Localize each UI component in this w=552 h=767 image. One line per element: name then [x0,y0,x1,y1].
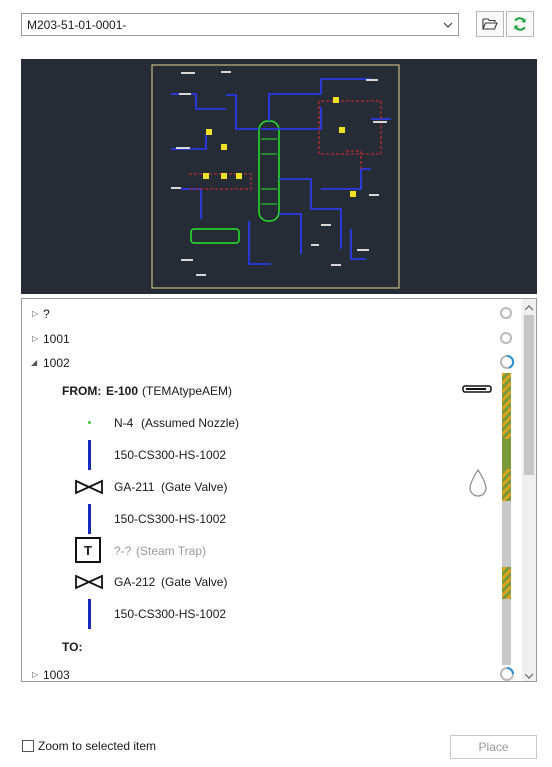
route-item-tag: ?-? [114,544,132,558]
tree-node-label: 1001 [43,332,70,346]
steam-trap-icon: T [75,537,101,563]
expand-icon[interactable]: ▷ [32,670,38,679]
drawing-select-value: M203-51-01-0001- [27,18,127,32]
pipe-icon [88,599,91,629]
scroll-down-icon[interactable] [524,669,534,681]
route-item-desc: (Steam Trap) [136,544,207,558]
to-label: TO: [62,640,83,654]
scroll-thumb[interactable] [524,315,534,475]
route-item-tag: GA-212 [114,575,156,589]
expand-icon[interactable]: ▷ [32,334,38,343]
route-item-desc: (Gate Valve) [161,480,228,494]
loading-icon [500,667,514,681]
collapse-icon[interactable]: ◢ [31,358,37,367]
drawing-preview[interactable] [21,59,537,294]
place-button-label: Place [478,740,509,754]
route-item-tag: 150-CS300-HS-1002 [114,448,227,462]
folder-open-icon [482,18,498,30]
tree-node-label: 1003 [43,668,70,682]
pipe-icon [88,504,91,534]
from-prefix: FROM: [62,384,102,398]
from-tag: E-100 [106,384,139,398]
route-status-strip [502,373,511,665]
route-item-tag: 150-CS300-HS-1002 [114,607,227,621]
route-item-tag: 150-CS300-HS-1002 [114,512,227,526]
refresh-button[interactable] [506,11,534,37]
refresh-icon [514,17,526,31]
expand-icon[interactable]: ▷ [32,309,38,318]
chevron-down-icon[interactable] [438,14,458,35]
pipe-icon [88,440,91,470]
connection-tree[interactable]: ▷ ? ▷ 1001 ◢ 1002 FROM: E-100 (TEMAtypeA… [21,298,537,682]
route-item-desc: (Gate Valve) [161,575,228,589]
route-item-tag: GA-211 [114,480,155,494]
tree-scrollbar[interactable] [522,299,536,681]
route-item-desc: (Assumed Nozzle) [141,416,240,430]
open-folder-button[interactable] [476,11,504,37]
zoom-checkbox[interactable] [22,740,34,752]
nozzle-icon [88,421,91,424]
from-type: (TEMAtypeAEM) [142,384,233,398]
tree-node-label: 1002 [43,356,70,370]
route-item-tag: N-4 [114,416,134,430]
gate-valve-icon [75,574,103,590]
drop-icon [469,469,487,497]
drawing-select[interactable]: M203-51-01-0001- [21,13,459,36]
status-circle-icon [500,332,512,344]
loading-icon [500,354,515,369]
scroll-up-icon[interactable] [524,301,534,315]
gate-valve-icon [75,479,103,495]
zoom-label: Zoom to selected item [38,739,157,753]
steam-trap-symbol: T [84,542,92,558]
status-circle-icon [500,307,512,319]
place-button[interactable]: Place [450,735,537,759]
exchanger-icon [462,385,492,393]
tree-node-label: ? [43,307,50,321]
